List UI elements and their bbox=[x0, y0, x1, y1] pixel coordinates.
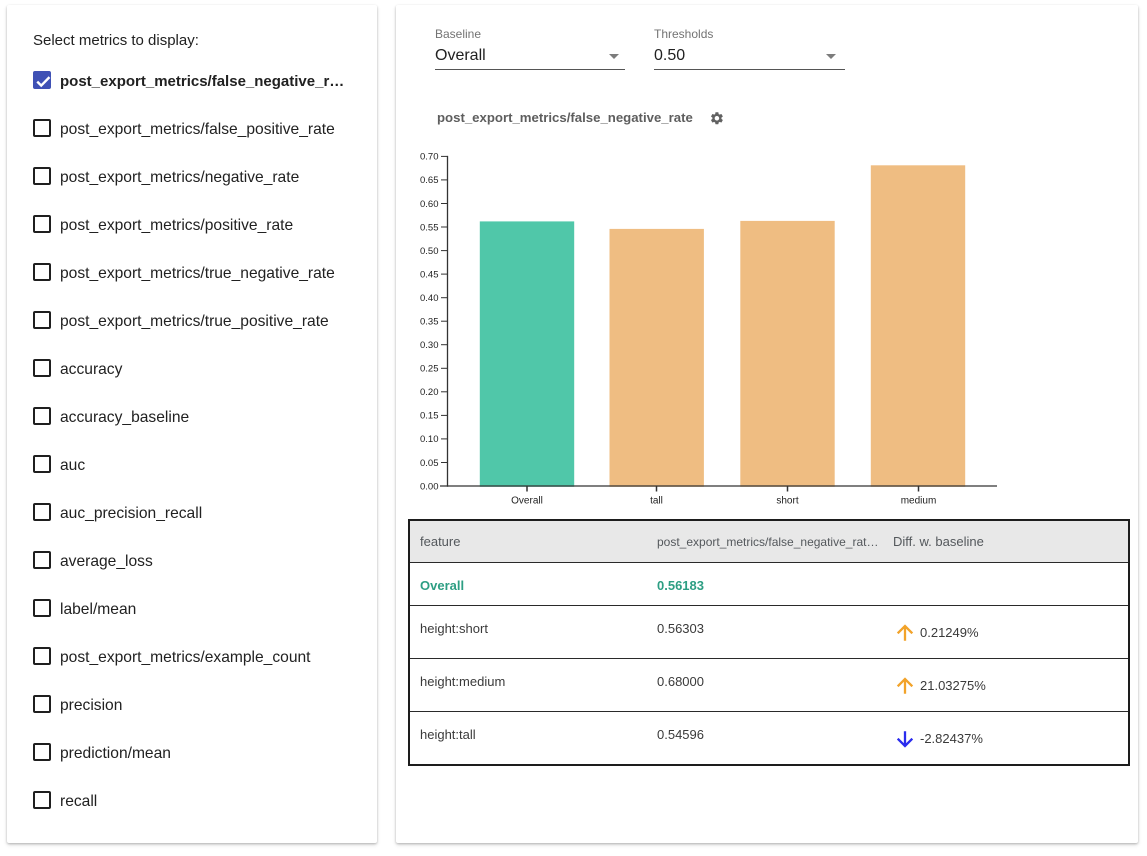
svg-text:medium: medium bbox=[901, 495, 937, 506]
svg-text:0.70: 0.70 bbox=[420, 152, 439, 163]
svg-text:0.15: 0.15 bbox=[420, 411, 439, 422]
svg-text:0.60: 0.60 bbox=[420, 199, 439, 210]
svg-text:0.30: 0.30 bbox=[420, 340, 439, 351]
svg-text:0.20: 0.20 bbox=[420, 387, 439, 398]
svg-text:tall: tall bbox=[650, 495, 663, 506]
svg-text:0.25: 0.25 bbox=[420, 364, 439, 375]
svg-text:Overall: Overall bbox=[511, 495, 543, 506]
svg-text:0.35: 0.35 bbox=[420, 317, 439, 328]
svg-text:short: short bbox=[776, 495, 798, 506]
svg-text:0.55: 0.55 bbox=[420, 222, 439, 233]
svg-text:0.05: 0.05 bbox=[420, 458, 439, 469]
svg-text:0.65: 0.65 bbox=[420, 175, 439, 186]
svg-text:0.45: 0.45 bbox=[420, 269, 439, 280]
svg-text:0.40: 0.40 bbox=[420, 293, 439, 304]
svg-text:0.00: 0.00 bbox=[420, 481, 439, 492]
svg-text:0.50: 0.50 bbox=[420, 246, 439, 257]
svg-text:0.10: 0.10 bbox=[420, 434, 439, 445]
